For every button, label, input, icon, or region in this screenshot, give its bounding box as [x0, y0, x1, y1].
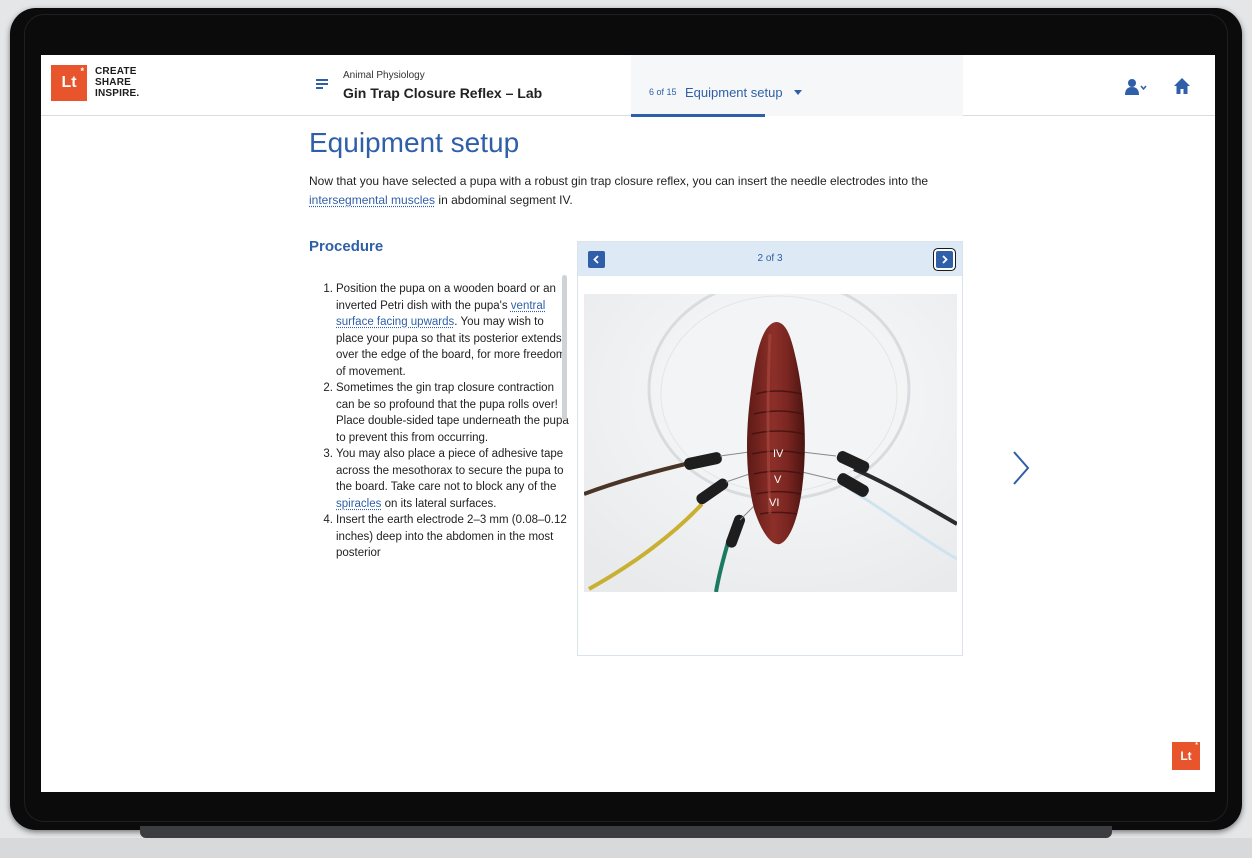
segment-label: IV: [773, 448, 784, 460]
desk-surface: [0, 838, 1252, 858]
section-name: Equipment setup: [685, 85, 783, 100]
chevron-right-icon: [942, 255, 948, 264]
procedure-scroll-area[interactable]: 1. Position the pupa on a wooden board or…: [309, 281, 569, 653]
menu-icon[interactable]: [316, 79, 328, 91]
intro-text: Now that you have selected a pupa with a…: [309, 174, 929, 188]
section-count: 6 of 15: [649, 87, 677, 97]
intersegmental-muscles-link[interactable]: intersegmental muscles: [309, 193, 435, 207]
list-item: 1. Position the pupa on a wooden board or…: [323, 283, 566, 378]
app-header: Lt * CREATE SHARE INSPIRE. Animal Physio…: [41, 55, 1215, 117]
carousel-toolbar: 2 of 3: [578, 242, 962, 276]
lt-badge-logo[interactable]: Lt *: [1172, 742, 1200, 770]
course-title[interactable]: Gin Trap Closure Reflex – Lab: [343, 85, 542, 101]
segment-label: VI: [769, 497, 779, 509]
list-item: 3. You may also place a piece of adhesive…: [323, 448, 564, 510]
list-item: 2. Sometimes the gin trap closure contrac…: [323, 382, 569, 444]
brand-tagline: CREATE SHARE INSPIRE.: [95, 66, 139, 99]
next-page-arrow-icon[interactable]: [1009, 448, 1033, 488]
segment-label: V: [774, 474, 782, 486]
image-carousel: 2 of 3 IV V VI: [577, 241, 963, 656]
screen: Lt * CREATE SHARE INSPIRE. Animal Physio…: [41, 55, 1215, 792]
section-selector[interactable]: 6 of 15 Equipment setup: [631, 55, 963, 117]
carousel-counter: 2 of 3: [757, 253, 783, 264]
carousel-next-button[interactable]: [936, 251, 953, 268]
lt-logo[interactable]: Lt *: [51, 65, 87, 101]
caret-down-icon: [794, 90, 802, 95]
scrollbar-thumb[interactable]: [562, 275, 567, 420]
badge-text: Lt: [1180, 749, 1192, 763]
procedure-heading: Procedure: [309, 238, 384, 255]
spiracles-link[interactable]: spiracles: [336, 498, 381, 510]
intro-paragraph: Now that you have selected a pupa with a…: [309, 172, 969, 210]
tagline-line: INSPIRE.: [95, 88, 140, 99]
laptop-chin: [140, 826, 1112, 838]
course-subtitle: Animal Physiology: [343, 70, 425, 81]
intro-text: in abdominal segment IV.: [435, 193, 573, 207]
tagline-line: SHARE: [95, 77, 132, 88]
tagline-line: CREATE: [95, 66, 137, 77]
active-tab-indicator: [631, 114, 765, 117]
user-icon[interactable]: [1125, 78, 1147, 96]
logo-text: Lt: [61, 74, 77, 91]
procedure-list: 1. Position the pupa on a wooden board or…: [309, 281, 569, 562]
page-title: Equipment setup: [309, 127, 520, 158]
pupa-electrode-photo: IV V VI: [584, 294, 957, 592]
list-item: 4. Insert the earth electrode 2–3 mm (0.0…: [323, 514, 567, 559]
home-icon[interactable]: [1173, 77, 1191, 95]
